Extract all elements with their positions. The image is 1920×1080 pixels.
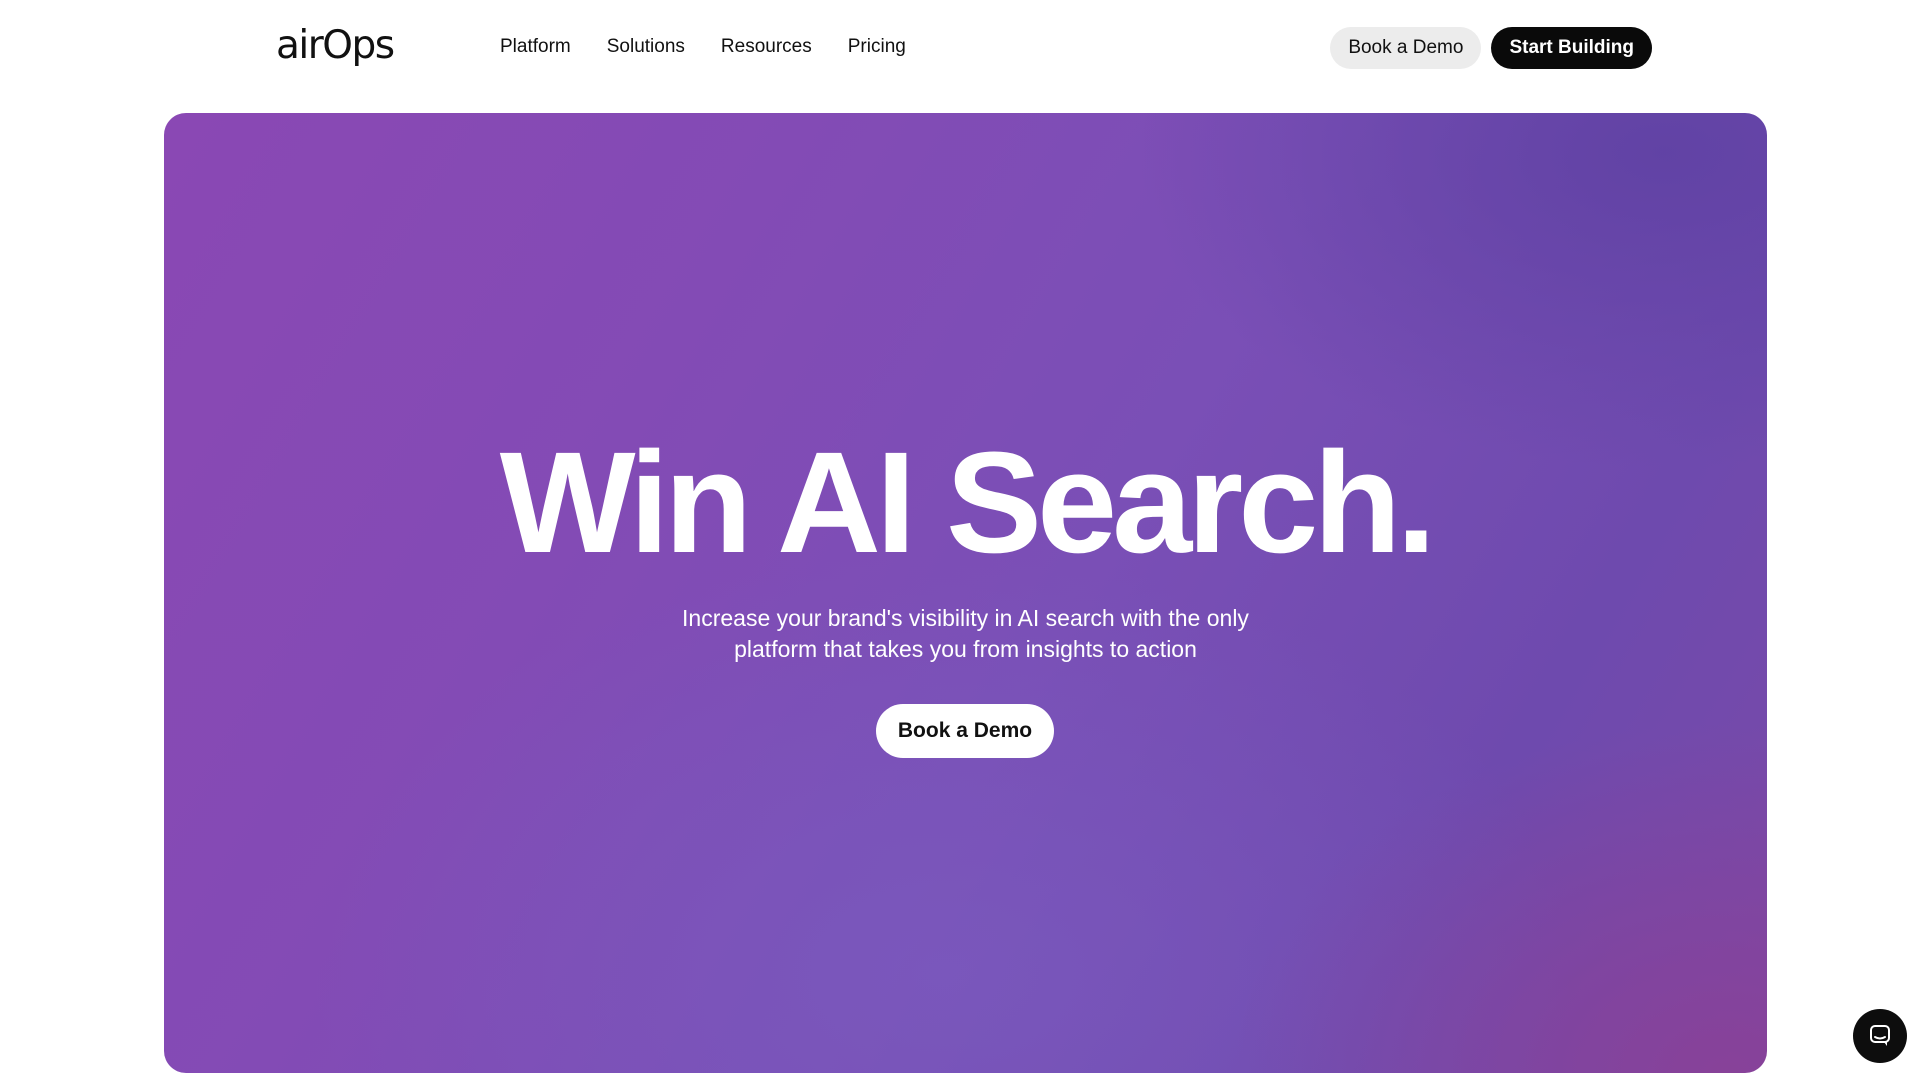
nav-item-resources[interactable]: Resources bbox=[721, 34, 812, 60]
nav-item-pricing[interactable]: Pricing bbox=[848, 34, 906, 60]
nav-item-solutions[interactable]: Solutions bbox=[607, 34, 685, 60]
chat-launcher-button[interactable] bbox=[1853, 1009, 1907, 1063]
hero-subtitle: Increase your brand's visibility in AI s… bbox=[164, 603, 1767, 665]
header-actions: Book a Demo Start Building bbox=[1330, 27, 1652, 69]
book-demo-button[interactable]: Book a Demo bbox=[1330, 27, 1482, 69]
site-header: airOps Platform Solutions Resources Pric… bbox=[0, 0, 1920, 96]
hero-title: Win AI Search. bbox=[499, 422, 1437, 583]
chat-bubble-icon bbox=[1870, 1025, 1890, 1046]
hero-banner: Win AI Search. Increase your brand's vis… bbox=[164, 113, 1767, 1073]
start-building-button[interactable]: Start Building bbox=[1491, 27, 1652, 69]
hero-subtitle-line-1: Increase your brand's visibility in AI s… bbox=[682, 605, 1249, 631]
airops-logo[interactable]: airOps bbox=[276, 22, 395, 70]
main-nav: Platform Solutions Resources Pricing bbox=[500, 34, 942, 60]
hero-book-demo-button[interactable]: Book a Demo bbox=[876, 704, 1054, 758]
hero-subtitle-line-2: platform that takes you from insights to… bbox=[734, 636, 1197, 662]
nav-item-platform[interactable]: Platform bbox=[500, 34, 571, 60]
